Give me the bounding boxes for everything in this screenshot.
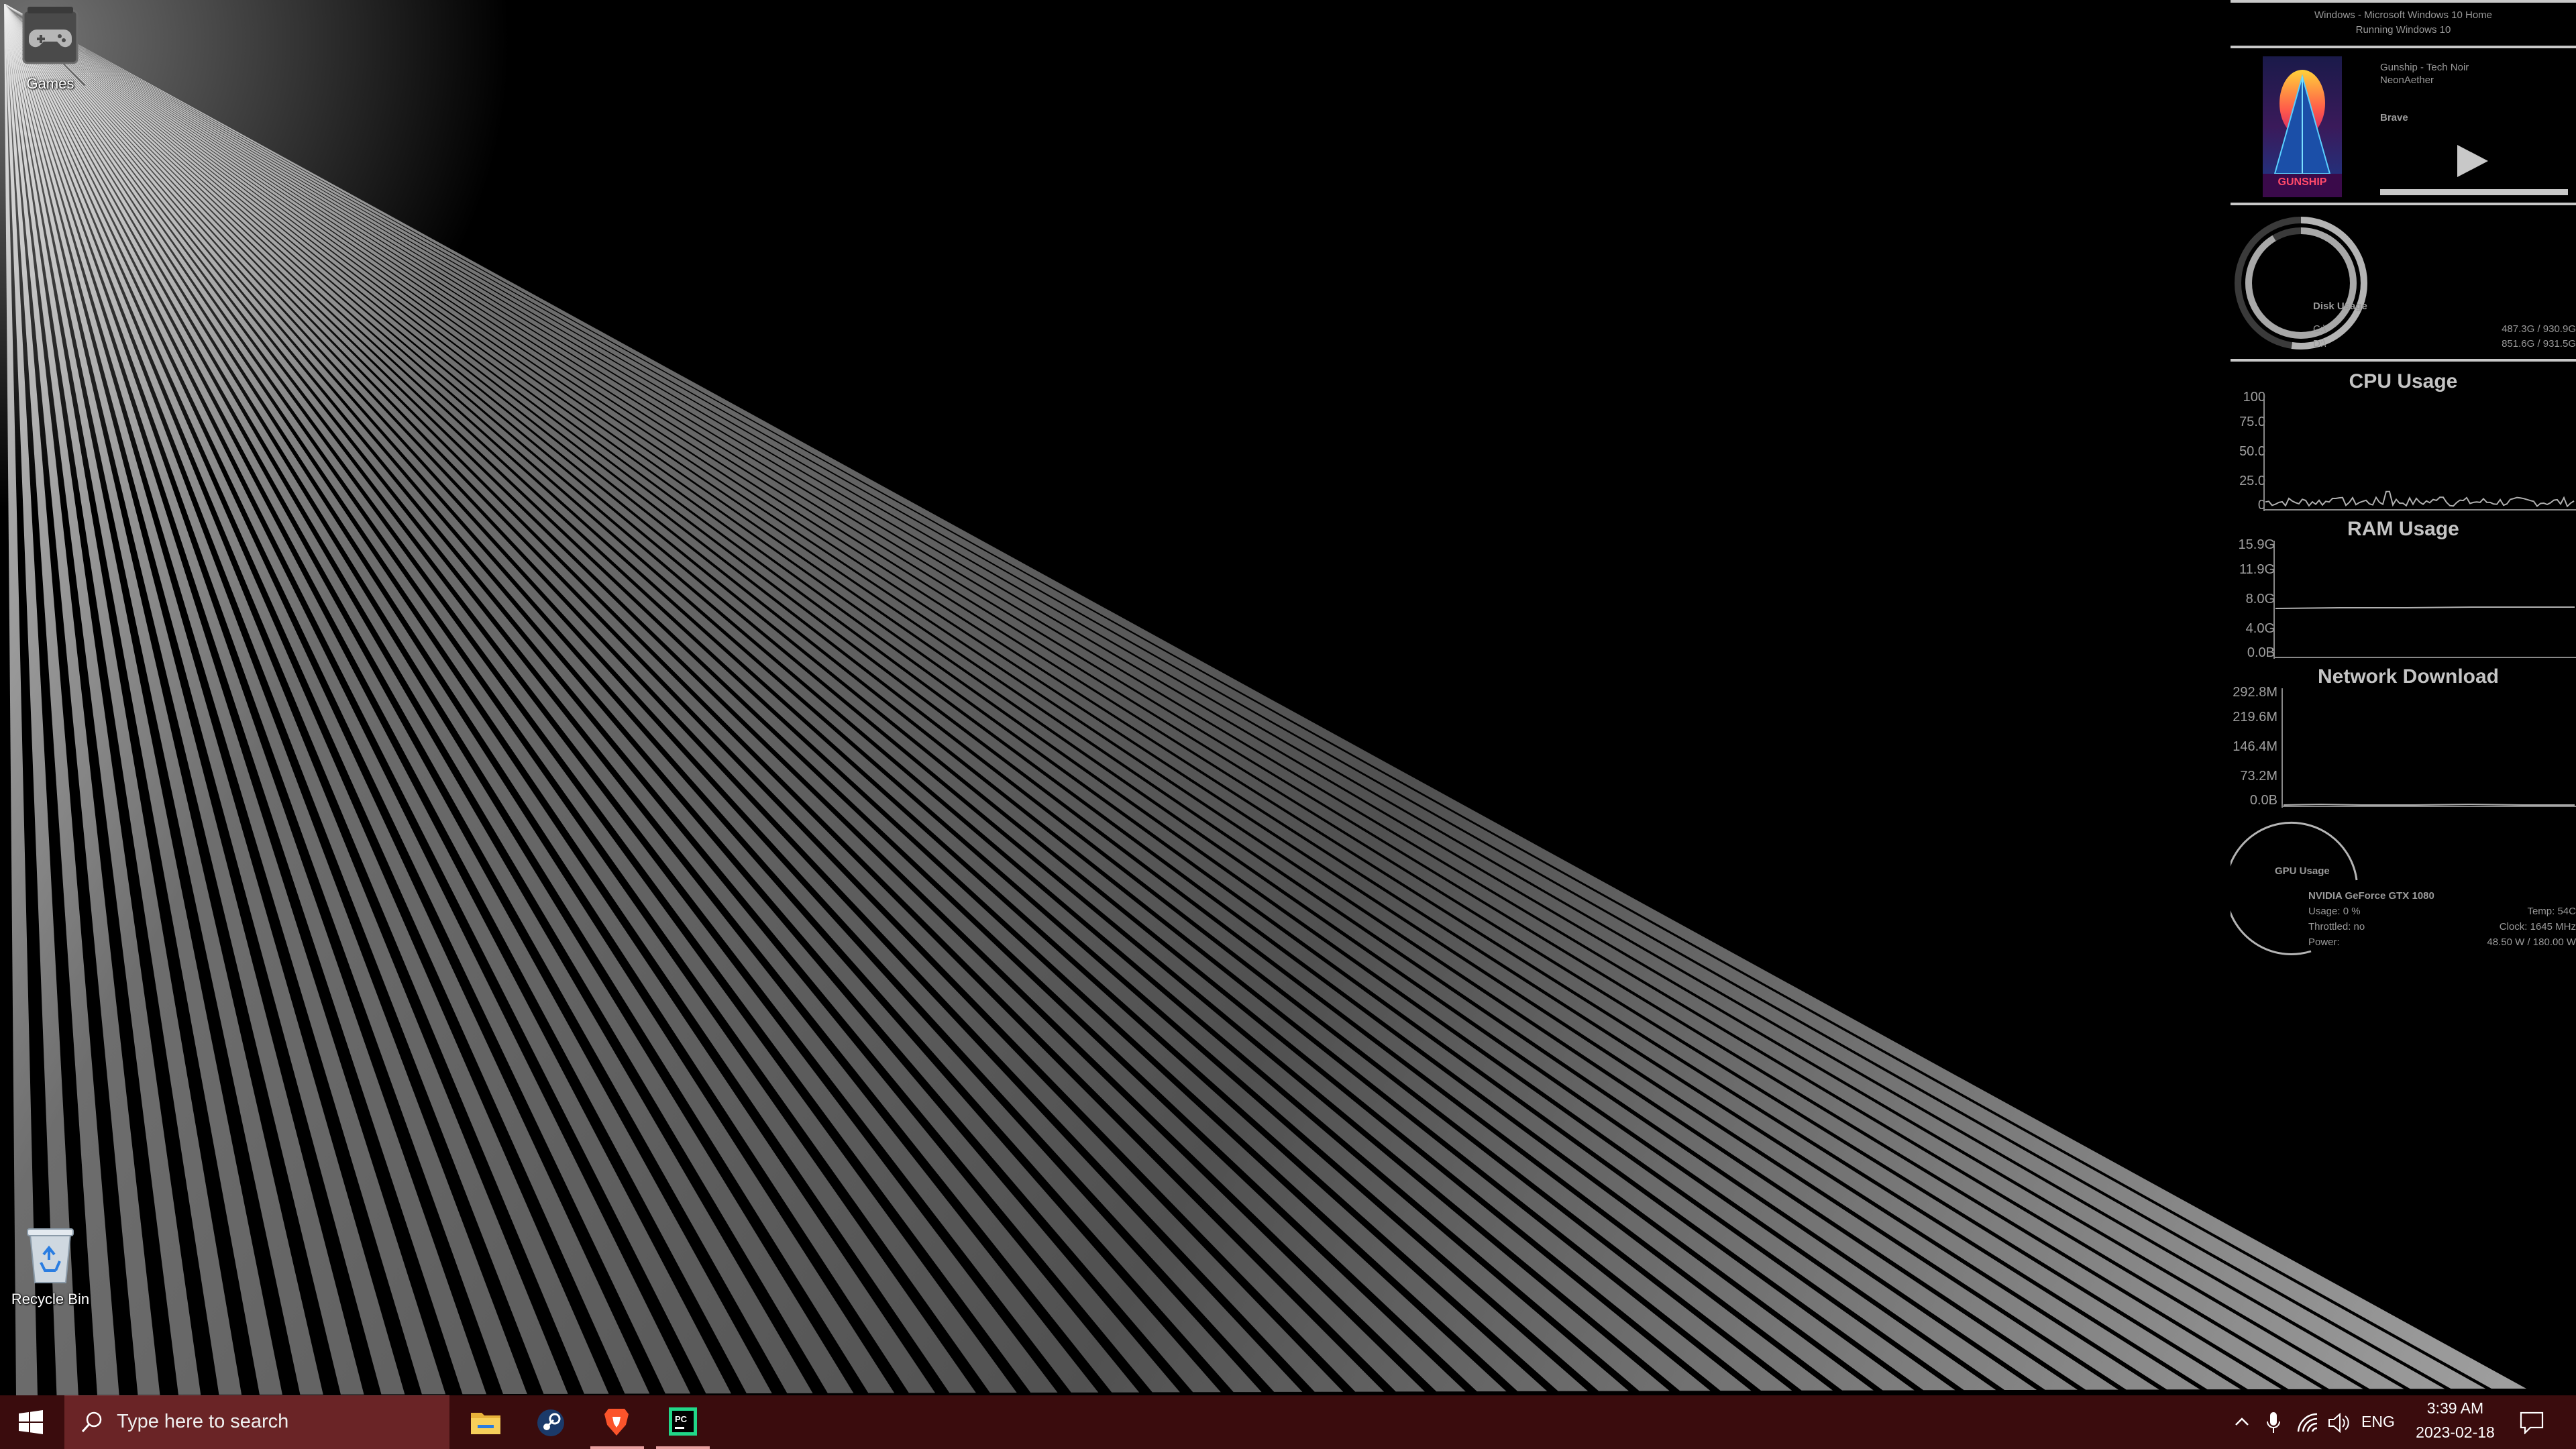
taskbar-clock[interactable]: 3:39 AM 2023-02-18 — [2402, 1399, 2509, 1446]
disk-usage-title: Disk Usage — [2313, 301, 2367, 312]
gpu-clock: Clock: 1645 MHz — [2499, 921, 2576, 932]
gpu-power-label: Power: — [2308, 936, 2340, 948]
notification-center-icon[interactable] — [2520, 1411, 2544, 1434]
play-icon[interactable] — [2453, 142, 2491, 180]
ram-usage-line — [2275, 606, 2575, 609]
disk-c-name: C:\ — [2313, 323, 2326, 335]
input-language-indicator[interactable]: ENG — [2361, 1413, 2395, 1431]
taskbar-app-steam[interactable] — [519, 1395, 584, 1449]
search-placeholder: Type here to search — [117, 1411, 289, 1432]
album-art[interactable]: GUNSHIP — [2263, 56, 2342, 197]
widget-divider — [2231, 203, 2576, 205]
ram-usage-graph — [2273, 541, 2576, 659]
media-artist: NeonAether — [2380, 74, 2434, 86]
system-info-line-1: Windows - Microsoft Windows 10 Home — [2314, 9, 2493, 21]
taskbar-app-file-explorer[interactable] — [453, 1395, 518, 1449]
gpu-usage-ring — [2231, 822, 2358, 955]
pycharm-icon: PC — [669, 1407, 697, 1436]
network-axis-label: 292.8M — [2233, 685, 2277, 700]
system-monitor-widgets: Windows - Microsoft Windows 10 Home Runn… — [2231, 0, 2576, 959]
widget-divider — [2231, 46, 2576, 48]
wallpaper — [0, 0, 2526, 1395]
cpu-axis-label: 25.0 — [2239, 474, 2265, 488]
cpu-usage-line — [2265, 490, 2575, 508]
cpu-usage-title: CPU Usage — [2349, 370, 2458, 392]
games-folder-icon[interactable]: Games — [0, 4, 101, 93]
show-hidden-icons-chevron-icon[interactable] — [2234, 1415, 2250, 1429]
album-art-text: GUNSHIP — [2278, 176, 2327, 188]
recycle-bin-icon[interactable]: Recycle Bin — [0, 1222, 101, 1308]
active-app-indicator — [590, 1446, 644, 1449]
widget-divider — [2231, 0, 2576, 3]
media-track: Gunship - Tech Noir — [2380, 62, 2469, 73]
network-axis-label: 0.0B — [2249, 793, 2277, 808]
network-download-line — [2283, 803, 2575, 806]
network-axis-label: 219.6M — [2233, 710, 2277, 724]
cpu-axis-label: 75.0 — [2239, 415, 2265, 429]
ram-axis-label: 4.0G — [2245, 621, 2275, 636]
volume-icon[interactable] — [2328, 1413, 2351, 1433]
recycle-bin-label: Recycle Bin — [11, 1291, 90, 1307]
taskbar-app-pycharm[interactable]: PC — [651, 1395, 715, 1449]
gpu-power-value: 48.50 W / 180.00 W — [2487, 936, 2576, 948]
ram-usage-title: RAM Usage — [2347, 518, 2459, 540]
disk-d-usage: 851.6G / 931.5G — [2502, 338, 2576, 350]
network-axis-label: 73.2M — [2240, 769, 2277, 784]
gpu-throttled: Throttled: no — [2308, 921, 2365, 932]
file-explorer-icon — [471, 1413, 500, 1434]
gpu-name: NVIDIA GeForce GTX 1080 — [2308, 890, 2434, 902]
taskbar: Type here to search PC ENG 3:39 AM 2023-… — [0, 1395, 2576, 1449]
disk-usage-ring — [2235, 217, 2367, 350]
widget-divider — [2231, 359, 2576, 362]
cpu-usage-graph — [2263, 394, 2576, 511]
media-player-name: Brave — [2380, 112, 2408, 123]
ram-axis-label: 0.0B — [2247, 645, 2275, 660]
disk-c-usage: 487.3G / 930.9G — [2502, 323, 2576, 335]
gpu-usage-title: GPU Usage — [2275, 865, 2330, 877]
windows-logo-icon — [19, 1410, 43, 1434]
network-download-graph — [2282, 688, 2576, 808]
gpu-usage-value: Usage: 0 % — [2308, 906, 2361, 917]
cpu-axis-label: 100 — [2243, 390, 2265, 405]
system-info-line-2: Running Windows 10 — [2355, 24, 2451, 36]
steam-icon — [537, 1409, 564, 1436]
cpu-axis-label: 50.0 — [2239, 444, 2265, 459]
ram-axis-label: 8.0G — [2245, 592, 2275, 606]
network-download-title: Network Download — [2317, 665, 2499, 688]
microphone-icon[interactable] — [2266, 1411, 2281, 1434]
brave-icon — [604, 1409, 629, 1436]
disk-d-name: D:\ — [2313, 338, 2326, 350]
folder-gamepad-icon — [22, 7, 78, 64]
taskbar-app-brave[interactable] — [585, 1395, 649, 1449]
games-label: Games — [26, 75, 74, 92]
active-app-indicator — [656, 1446, 710, 1449]
ram-axis-label: 15.9G — [2238, 537, 2275, 552]
disk-ring-d — [2245, 227, 2357, 339]
cpu-axis-label: 0 — [2257, 498, 2265, 513]
ram-axis-label: 11.9G — [2239, 562, 2275, 577]
gpu-temp: Temp: 54C — [2527, 906, 2576, 917]
network-axis-label: 146.4M — [2233, 739, 2277, 754]
wifi-icon[interactable] — [2297, 1413, 2320, 1433]
clock-time: 3:39 AM — [2426, 1399, 2484, 1417]
media-progress-bar[interactable] — [2380, 189, 2568, 195]
svg-text:PC: PC — [675, 1414, 688, 1424]
start-button[interactable] — [0, 1395, 63, 1449]
recycle-bin-glyph-icon — [27, 1228, 74, 1283]
clock-date: 2023-02-18 — [2416, 1424, 2495, 1441]
desktop: Games Recycle Bin Windows - Microsoft Wi… — [0, 0, 2576, 1449]
search-box[interactable]: Type here to search — [64, 1395, 449, 1449]
search-icon — [81, 1411, 102, 1433]
